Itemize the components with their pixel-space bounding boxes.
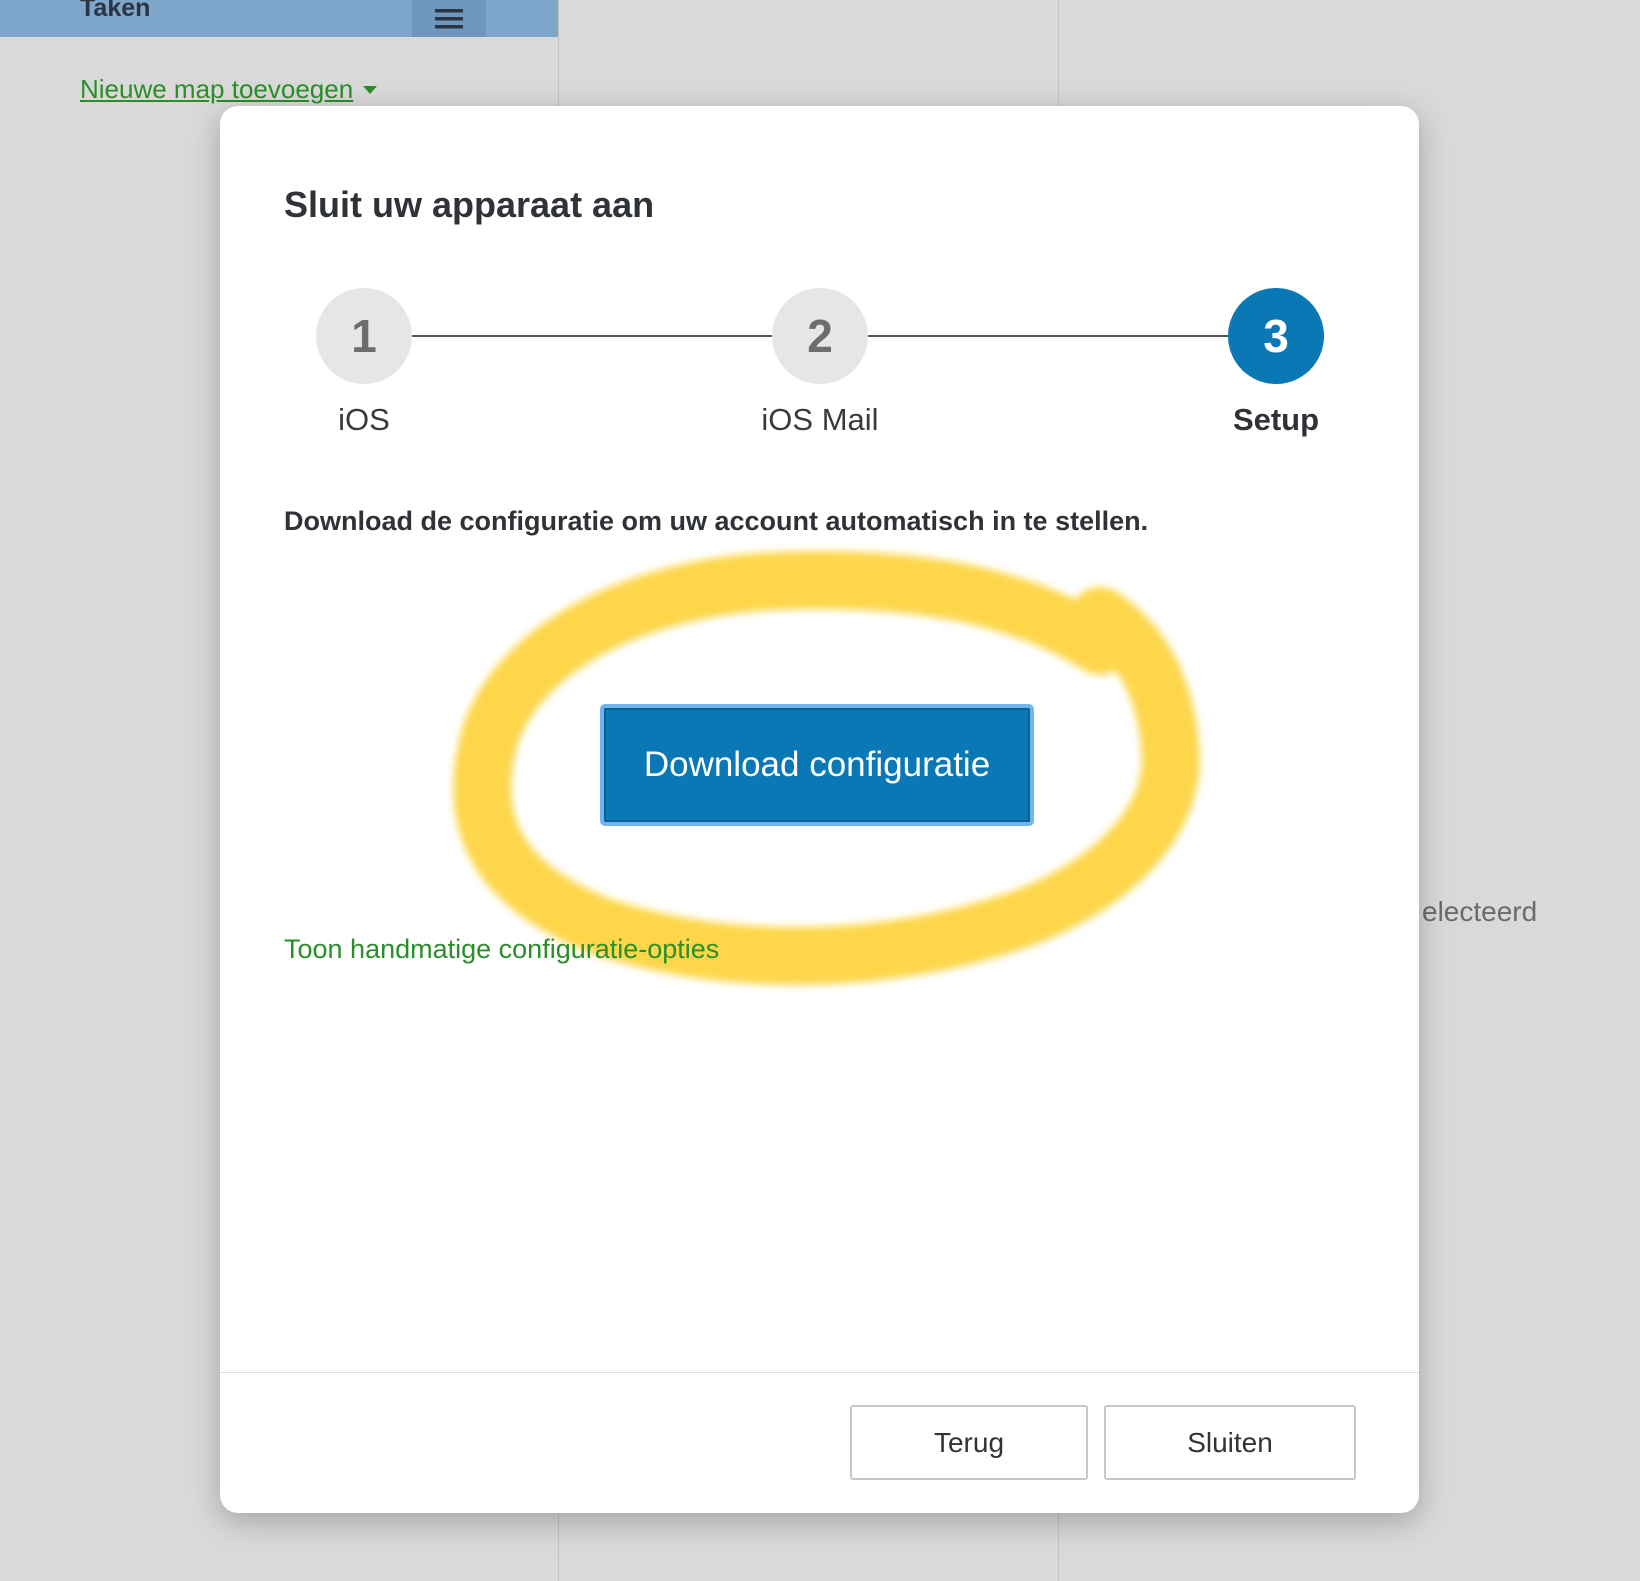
selection-status-text: electeerd [1422,896,1538,927]
step-2-circle: 2 [772,288,868,384]
footer-divider [220,1372,1419,1373]
back-button[interactable]: Terug [850,1405,1088,1480]
new-folder-label: Nieuwe map toevoegen [80,74,354,104]
menu-button[interactable] [412,0,486,37]
hamburger-menu-icon [435,8,463,28]
step-1-label: iOS [338,402,390,437]
step-connector [868,335,1228,337]
connect-device-dialog: Sluit uw apparaat aan 1 2 3 iOS iOS Mail… [220,106,1419,1513]
instruction-text: Download de configuratie om uw account a… [284,506,1149,536]
step-3-label: Setup [1232,402,1320,437]
top-bar: Taken [0,0,558,37]
new-folder-link[interactable]: Nieuwe map toevoegen [80,74,378,105]
close-button[interactable]: Sluiten [1104,1405,1356,1480]
section-title: Taken [80,0,151,22]
dialog-title: Sluit uw apparaat aan [284,184,655,225]
caret-down-icon [363,85,378,94]
step-2-label: iOS Mail [761,402,879,437]
download-configuration-button[interactable]: Download configuratie [600,704,1034,826]
step-connector [412,335,772,337]
step-3-circle: 3 [1228,288,1324,384]
step-1-circle: 1 [316,288,412,384]
manual-config-link[interactable]: Toon handmatige configuratie-opties [284,934,719,965]
